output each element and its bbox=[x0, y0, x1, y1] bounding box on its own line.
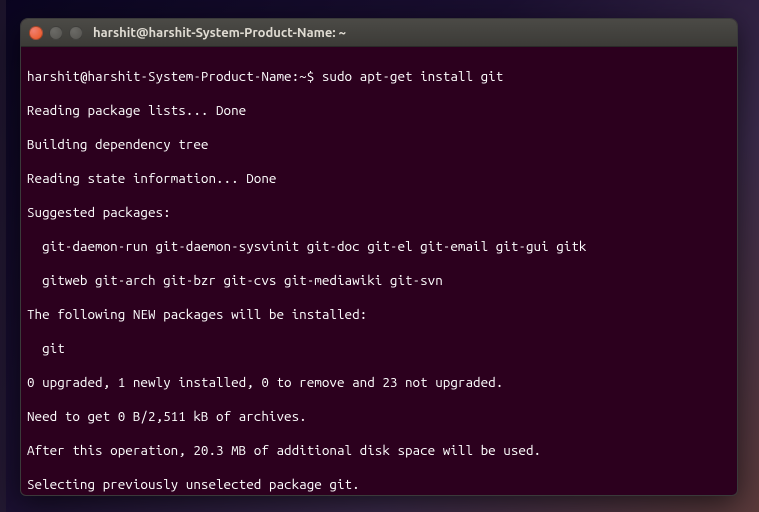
launcher-edge bbox=[0, 0, 6, 512]
titlebar[interactable]: harshit@harshit-System-Product-Name: ~ bbox=[21, 19, 737, 47]
output-line: git-daemon-run git-daemon-sysvinit git-d… bbox=[27, 238, 731, 255]
command-text: sudo apt-get install git bbox=[322, 68, 503, 84]
output-line: Suggested packages: bbox=[27, 204, 731, 221]
output-line: Need to get 0 B/2,511 kB of archives. bbox=[27, 408, 731, 425]
output-line: Reading state information... Done bbox=[27, 170, 731, 187]
output-line: Reading package lists... Done bbox=[27, 102, 731, 119]
maximize-icon[interactable] bbox=[69, 26, 83, 40]
terminal-body[interactable]: harshit@harshit-System-Product-Name:~$ s… bbox=[21, 47, 737, 496]
close-icon[interactable] bbox=[29, 26, 43, 40]
prompt-line: harshit@harshit-System-Product-Name:~$ s… bbox=[27, 68, 731, 85]
prompt-text: harshit@harshit-System-Product-Name:~$ bbox=[27, 68, 322, 84]
output-line: git bbox=[27, 340, 731, 357]
output-line: The following NEW packages will be insta… bbox=[27, 306, 731, 323]
output-line: Selecting previously unselected package … bbox=[27, 476, 731, 493]
output-line: Building dependency tree bbox=[27, 136, 731, 153]
output-line: gitweb git-arch git-bzr git-cvs git-medi… bbox=[27, 272, 731, 289]
window-title: harshit@harshit-System-Product-Name: ~ bbox=[93, 26, 346, 40]
minimize-icon[interactable] bbox=[49, 26, 63, 40]
terminal-window: harshit@harshit-System-Product-Name: ~ h… bbox=[20, 18, 738, 496]
window-controls bbox=[29, 26, 83, 40]
output-line: After this operation, 20.3 MB of additio… bbox=[27, 442, 731, 459]
output-line: 0 upgraded, 1 newly installed, 0 to remo… bbox=[27, 374, 731, 391]
